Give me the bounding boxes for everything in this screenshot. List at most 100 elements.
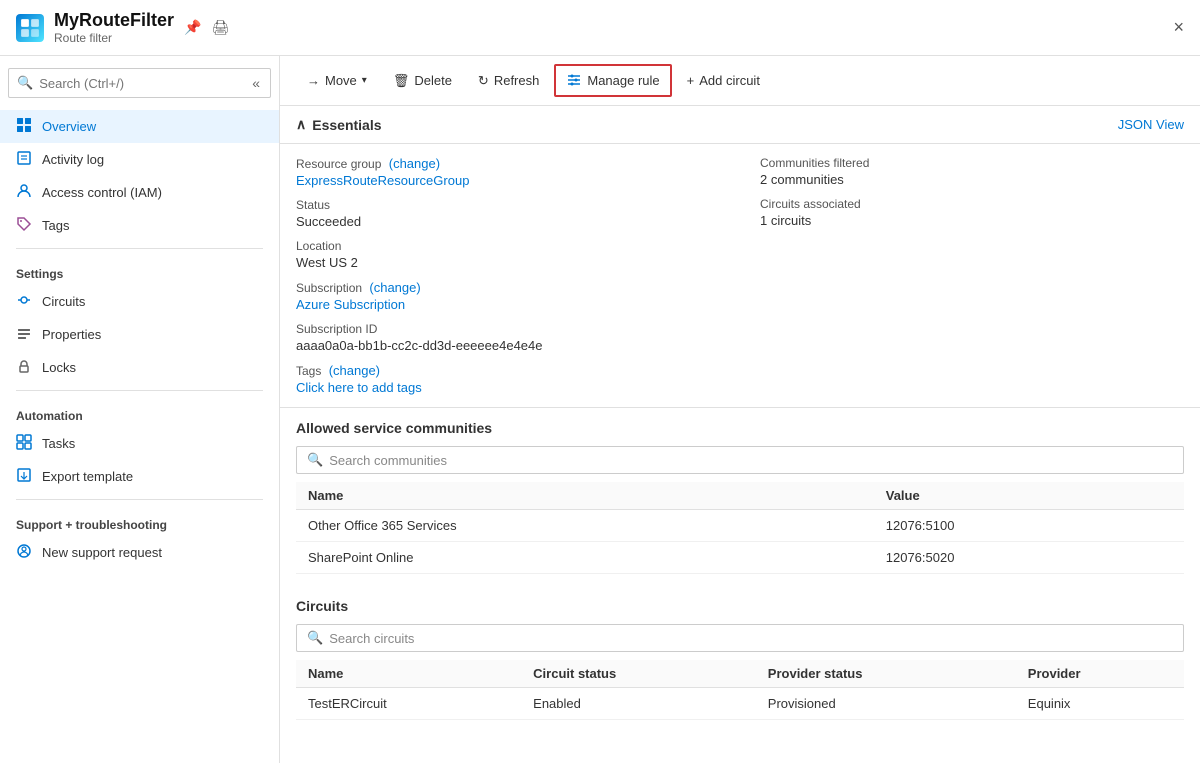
subscription-label: Subscription (change) [296,280,720,295]
print-icon[interactable]: 🖨 [211,19,229,36]
settings-section-label: Settings [0,255,279,285]
sidebar-item-label: Circuits [42,294,85,309]
essentials-grid: Resource group (change) ExpressRouteReso… [280,144,1200,408]
refresh-button[interactable]: ↻ Refresh [467,67,550,95]
sidebar-item-new-support-request[interactable]: New support request [0,536,279,569]
circuits-icon [16,292,32,311]
location-item: Location West US 2 [296,239,720,270]
title-bar: MyRouteFilter Route filter 📌 🖨 × [0,0,1200,56]
circuits-col-name: Name [296,660,521,688]
add-circuit-button[interactable]: + Add circuit [676,67,771,94]
overview-icon [16,117,32,136]
communities-section: Allowed service communities 🔍 Search com… [280,408,1200,586]
community-value: 12076:5100 [874,510,1184,542]
pin-icon[interactable]: 📌 [184,19,201,36]
collapse-button[interactable]: « [250,73,262,93]
sidebar-item-label: Activity log [42,152,104,167]
sidebar: 🔍 « Overview Activity log Access control… [0,56,280,763]
resource-group-value[interactable]: ExpressRouteResourceGroup [296,173,720,188]
resource-group-item: Resource group (change) ExpressRouteReso… [296,156,720,188]
resource-group-change-link[interactable]: (change) [389,156,440,171]
circuits-associated-label: Circuits associated [760,197,1184,211]
subscription-id-value: aaaa0a0a-bb1b-cc2c-dd3d-eeeeee4e4e4e [296,338,720,353]
close-button[interactable]: × [1173,17,1184,38]
support-section-label: Support + troubleshooting [0,506,279,536]
delete-icon: 🗑 [393,73,410,89]
tags-value[interactable]: Click here to add tags [296,380,720,395]
circuit-status: Enabled [521,688,756,720]
circuits-associated-item: Circuits associated 1 circuits [760,197,1184,228]
sidebar-item-activity-log[interactable]: Activity log [0,143,279,176]
refresh-icon: ↻ [478,73,489,89]
sidebar-item-access-control[interactable]: Access control (IAM) [0,176,279,209]
community-value: 12076:5020 [874,542,1184,574]
sidebar-item-label: Properties [42,327,101,342]
manage-rule-button[interactable]: Manage rule [554,64,671,97]
essentials-collapse-icon[interactable]: ∧ [296,116,306,133]
content-area: → Move ▾ 🗑 Delete ↻ Refresh Manage rule … [280,56,1200,763]
delete-button[interactable]: 🗑 Delete [382,67,463,95]
tags-item: Tags (change) Click here to add tags [296,363,720,395]
search-input[interactable] [39,76,244,91]
sidebar-item-label: Locks [42,360,76,375]
essentials-header: ∧ Essentials JSON View [280,106,1200,144]
sidebar-item-overview[interactable]: Overview [0,110,279,143]
status-label: Status [296,198,720,212]
sidebar-item-label: Export template [42,469,133,484]
sidebar-item-circuits[interactable]: Circuits [0,285,279,318]
subscription-id-label: Subscription ID [296,322,720,336]
subscription-value[interactable]: Azure Subscription [296,297,720,312]
sidebar-item-properties[interactable]: Properties [0,318,279,351]
circuits-col-provider: Provider [1016,660,1184,688]
tasks-icon [16,434,32,453]
circuits-associated-value: 1 circuits [760,213,1184,228]
circuits-section: Circuits 🔍 Search circuits Name Circuit … [280,586,1200,720]
page-subtitle: Route filter [54,31,174,45]
essentials-title: Essentials [312,117,381,133]
search-icon: 🔍 [17,75,33,91]
community-name: SharePoint Online [296,542,874,574]
communities-table: Name Value Other Office 365 Services1207… [296,482,1184,574]
properties-icon [16,325,32,344]
move-dropdown-icon: ▾ [362,75,367,86]
sidebar-item-export-template[interactable]: Export template [0,460,279,493]
support-icon [16,543,32,562]
circuit-name: TestERCircuit [296,688,521,720]
search-communities-icon: 🔍 [307,452,323,468]
provider-status: Provisioned [756,688,1016,720]
tags-change-link[interactable]: (change) [329,363,380,378]
search-circuits-box[interactable]: 🔍 Search circuits [296,624,1184,652]
circuits-table: Name Circuit status Provider status Prov… [296,660,1184,720]
locks-icon [16,358,32,377]
automation-section-label: Automation [0,397,279,427]
communities-table-header-row: Name Value [296,482,1184,510]
sidebar-item-label: Tasks [42,436,75,451]
move-button[interactable]: → Move ▾ [296,67,378,94]
tags-icon [16,216,32,235]
search-communities-placeholder: Search communities [329,453,447,468]
circuits-section-title: Circuits [296,598,1184,614]
support-divider [16,499,263,500]
circuits-col-provider-status: Provider status [756,660,1016,688]
automation-divider [16,390,263,391]
communities-filtered-label: Communities filtered [760,156,1184,170]
sidebar-item-label: Overview [42,119,96,134]
circuits-table-header-row: Name Circuit status Provider status Prov… [296,660,1184,688]
json-view-link[interactable]: JSON View [1118,117,1184,132]
app-logo [16,14,44,42]
table-row: Other Office 365 Services12076:5100 [296,510,1184,542]
location-label: Location [296,239,720,253]
status-item: Status Succeeded [296,198,720,229]
sidebar-item-tags[interactable]: Tags [0,209,279,242]
sidebar-item-label: New support request [42,545,162,560]
settings-divider [16,248,263,249]
table-row: SharePoint Online12076:5020 [296,542,1184,574]
search-box[interactable]: 🔍 « [8,68,271,98]
search-circuits-icon: 🔍 [307,630,323,646]
table-row: TestERCircuitEnabledProvisionedEquinix [296,688,1184,720]
search-communities-box[interactable]: 🔍 Search communities [296,446,1184,474]
sidebar-item-locks[interactable]: Locks [0,351,279,384]
subscription-change-link[interactable]: (change) [369,280,420,295]
sidebar-item-tasks[interactable]: Tasks [0,427,279,460]
sidebar-item-label: Access control (IAM) [42,185,162,200]
